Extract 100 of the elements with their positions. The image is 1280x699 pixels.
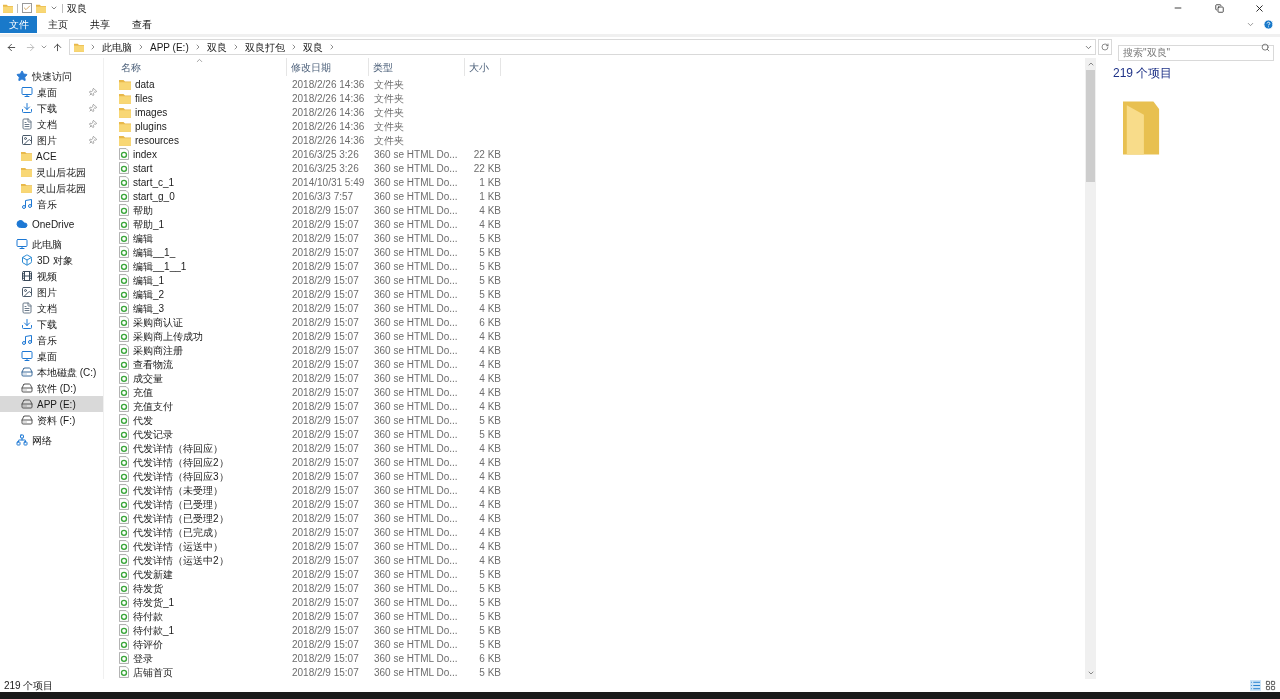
- file-row[interactable]: 代发详情（待回应3） 2018/2/9 15:07 360 se HTML Do... 4 KB: [117, 469, 1085, 483]
- file-row[interactable]: start_c_1 2014/10/31 5:49 360 se HTML Do... 1 KB: [117, 175, 1085, 189]
- breadcrumb-item[interactable]: 双良打包: [244, 39, 285, 55]
- back-icon[interactable]: [6, 41, 17, 53]
- help-icon[interactable]: [1263, 19, 1274, 30]
- nav-item[interactable]: 下载: [0, 316, 103, 332]
- nav-item[interactable]: APP (E:): [0, 396, 103, 412]
- recent-locations-icon[interactable]: [40, 43, 48, 51]
- nav-item[interactable]: 灵山后花园: [0, 164, 103, 180]
- file-row[interactable]: 代发详情（已受理2） 2018/2/9 15:07 360 se HTML Do... 4 KB: [117, 511, 1085, 525]
- ribbon-tab[interactable]: 共享: [79, 16, 121, 33]
- column-header[interactable]: 名称: [117, 59, 141, 75]
- expand-ribbon-icon[interactable]: [1246, 20, 1255, 29]
- file-row[interactable]: 编辑 2018/2/9 15:07 360 se HTML Do... 5 KB: [117, 231, 1085, 245]
- nav-item[interactable]: 音乐: [0, 196, 103, 212]
- file-row[interactable]: resources 2018/2/26 14:36 文件夹: [117, 133, 1085, 147]
- ribbon-tab[interactable]: 查看: [121, 16, 163, 33]
- file-row[interactable]: 编辑__1__1 2018/2/9 15:07 360 se HTML Do... 5 KB: [117, 259, 1085, 273]
- file-row[interactable]: 充值支付 2018/2/9 15:07 360 se HTML Do... 4 KB: [117, 399, 1085, 413]
- breadcrumb-item[interactable]: 双良: [302, 39, 323, 55]
- close-icon[interactable]: [1254, 2, 1265, 14]
- file-row[interactable]: 代发新建 2018/2/9 15:07 360 se HTML Do... 5 KB: [117, 567, 1085, 581]
- scroll-thumb[interactable]: [1086, 70, 1095, 182]
- file-row[interactable]: 代发详情（待回应2） 2018/2/9 15:07 360 se HTML Do... 4 KB: [117, 455, 1085, 469]
- breadcrumb-separator-icon[interactable]: [89, 43, 97, 51]
- file-row[interactable]: 代发详情（运送中） 2018/2/9 15:07 360 se HTML Do... 4 KB: [117, 539, 1085, 553]
- file-row[interactable]: index 2016/3/25 3:26 360 se HTML Do... 22 KB: [117, 147, 1085, 161]
- file-row[interactable]: 采购商上传成功 2018/2/9 15:07 360 se HTML Do... 4 KB: [117, 329, 1085, 343]
- file-row[interactable]: 代发 2018/2/9 15:07 360 se HTML Do... 5 KB: [117, 413, 1085, 427]
- file-row[interactable]: 充值 2018/2/9 15:07 360 se HTML Do... 4 KB: [117, 385, 1085, 399]
- column-header[interactable]: 类型: [369, 59, 393, 75]
- file-row[interactable]: 查看物流 2018/2/9 15:07 360 se HTML Do... 4 KB: [117, 357, 1085, 371]
- address-field[interactable]: 此电脑 APP (E:) 双良 双良打包 双良: [69, 39, 1096, 55]
- file-row[interactable]: plugins 2018/2/26 14:36 文件夹: [117, 119, 1085, 133]
- nav-item[interactable]: 快速访问: [0, 68, 103, 84]
- file-row[interactable]: 编辑_3 2018/2/9 15:07 360 se HTML Do... 4 KB: [117, 301, 1085, 315]
- file-row[interactable]: 待评价 2018/2/9 15:07 360 se HTML Do... 5 KB: [117, 637, 1085, 651]
- file-row[interactable]: 待付款_1 2018/2/9 15:07 360 se HTML Do... 5 KB: [117, 623, 1085, 637]
- file-row[interactable]: 成交量 2018/2/9 15:07 360 se HTML Do... 4 KB: [117, 371, 1085, 385]
- nav-item[interactable]: 本地磁盘 (C:): [0, 364, 103, 380]
- file-row[interactable]: 帮助 2018/2/9 15:07 360 se HTML Do... 4 KB: [117, 203, 1085, 217]
- file-menu-button[interactable]: 文件: [0, 16, 37, 33]
- nav-item[interactable]: 文档: [0, 300, 103, 316]
- file-row[interactable]: 编辑_1 2018/2/9 15:07 360 se HTML Do... 5 KB: [117, 273, 1085, 287]
- nav-item[interactable]: 文档: [0, 116, 103, 132]
- details-view-icon[interactable]: [1250, 680, 1261, 691]
- nav-item[interactable]: 资料 (F:): [0, 412, 103, 428]
- nav-item[interactable]: 图片: [0, 284, 103, 300]
- nav-item[interactable]: 视频: [0, 268, 103, 284]
- file-row[interactable]: 店铺首页 2018/2/9 15:07 360 se HTML Do... 5 KB: [117, 665, 1085, 679]
- column-header[interactable]: 修改日期: [287, 59, 331, 75]
- customize-caret-icon[interactable]: [50, 4, 58, 12]
- forward-icon[interactable]: [25, 41, 36, 53]
- breadcrumb-item[interactable]: 此电脑: [102, 39, 132, 55]
- file-row[interactable]: 代发详情（已完成） 2018/2/9 15:07 360 se HTML Do... 4 KB: [117, 525, 1085, 539]
- file-row[interactable]: start_g_0 2016/3/3 7:57 360 se HTML Do... 1 KB: [117, 189, 1085, 203]
- file-row[interactable]: 登录 2018/2/9 15:07 360 se HTML Do... 6 KB: [117, 651, 1085, 665]
- file-row[interactable]: data 2018/2/26 14:36 文件夹: [117, 77, 1085, 91]
- nav-item[interactable]: 桌面: [0, 348, 103, 364]
- column-header[interactable]: 大小: [465, 59, 489, 75]
- file-row[interactable]: 编辑__1_ 2018/2/9 15:07 360 se HTML Do... 5 KB: [117, 245, 1085, 259]
- nav-item[interactable]: 此电脑: [0, 236, 103, 252]
- file-row[interactable]: 采购商注册 2018/2/9 15:07 360 se HTML Do... 4 KB: [117, 343, 1085, 357]
- file-row[interactable]: files 2018/2/26 14:36 文件夹: [117, 91, 1085, 105]
- file-row[interactable]: 采购商认证 2018/2/9 15:07 360 se HTML Do... 6 KB: [117, 315, 1085, 329]
- file-row[interactable]: 代发记录 2018/2/9 15:07 360 se HTML Do... 5 KB: [117, 427, 1085, 441]
- nav-item[interactable]: 网络: [0, 432, 103, 448]
- restore-icon[interactable]: [1215, 3, 1224, 13]
- nav-item[interactable]: ACE: [0, 148, 103, 164]
- file-row[interactable]: 代发详情（待回应） 2018/2/9 15:07 360 se HTML Do... 4 KB: [117, 441, 1085, 455]
- file-row[interactable]: images 2018/2/26 14:36 文件夹: [117, 105, 1085, 119]
- large-icons-view-icon[interactable]: [1265, 680, 1276, 691]
- breadcrumb-separator-icon[interactable]: [137, 43, 145, 51]
- nav-item[interactable]: 灵山后花园: [0, 180, 103, 196]
- scroll-up-icon[interactable]: [1086, 60, 1095, 68]
- scroll-down-icon[interactable]: [1086, 669, 1095, 677]
- nav-item[interactable]: 3D 对象: [0, 252, 103, 268]
- file-row[interactable]: 代发详情（运送中2） 2018/2/9 15:07 360 se HTML Do... 4 KB: [117, 553, 1085, 567]
- nav-item[interactable]: OneDrive: [0, 216, 103, 232]
- file-row[interactable]: 代发详情（已受理） 2018/2/9 15:07 360 se HTML Do... 4 KB: [117, 497, 1085, 511]
- ribbon-tab[interactable]: 主页: [37, 16, 79, 33]
- properties-icon[interactable]: [22, 3, 32, 13]
- search-field[interactable]: 搜索"双良": [1118, 44, 1274, 61]
- file-row[interactable]: start 2016/3/25 3:26 360 se HTML Do... 22 KB: [117, 161, 1085, 175]
- nav-item[interactable]: 软件 (D:): [0, 380, 103, 396]
- nav-item[interactable]: 音乐: [0, 332, 103, 348]
- file-row[interactable]: 帮助_1 2018/2/9 15:07 360 se HTML Do... 4 KB: [117, 217, 1085, 231]
- breadcrumb-item[interactable]: APP (E:): [150, 39, 189, 55]
- nav-item[interactable]: 图片: [0, 132, 103, 148]
- file-row[interactable]: 待发货_1 2018/2/9 15:07 360 se HTML Do... 5 KB: [117, 595, 1085, 609]
- scrollbar[interactable]: [1085, 58, 1096, 679]
- nav-item[interactable]: 桌面: [0, 84, 103, 100]
- nav-item[interactable]: 下载: [0, 100, 103, 116]
- file-row[interactable]: 代发详情（未受理） 2018/2/9 15:07 360 se HTML Do... 4 KB: [117, 483, 1085, 497]
- file-row[interactable]: 待发货 2018/2/9 15:07 360 se HTML Do... 5 KB: [117, 581, 1085, 595]
- up-icon[interactable]: [52, 41, 63, 53]
- breadcrumb-item[interactable]: 双良: [206, 39, 227, 55]
- file-row[interactable]: 编辑_2 2018/2/9 15:07 360 se HTML Do... 5 KB: [117, 287, 1085, 301]
- file-row[interactable]: 待付款 2018/2/9 15:07 360 se HTML Do... 5 KB: [117, 609, 1085, 623]
- refresh-button[interactable]: [1098, 39, 1112, 55]
